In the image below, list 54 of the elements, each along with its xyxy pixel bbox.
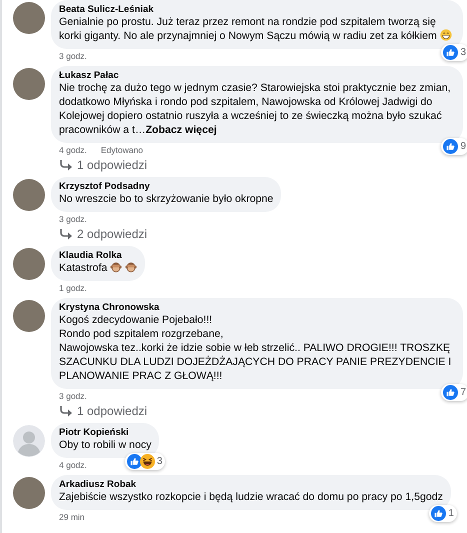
- comment-text: Katastrofa: [59, 261, 138, 275]
- comment-text: Nie trochę za dużo tego w jednym czasie? Starowiejska stoi praktycznie bez zmian, dodatkowo Młyńska i rondo pod szpitalem, Nawojowska od Królowej Jadwigi do Kolejowej dopiero ostatnio ruszyła a wcześniej to ze świeczką można było szukać pracowników a t…Zobacz więcej: [59, 81, 452, 137]
- comment-time[interactable]: 29 min: [59, 512, 85, 522]
- view-replies-link[interactable]: 2 odpowiedzi: [51, 224, 282, 241]
- see-more-link[interactable]: Zobacz więcej: [146, 124, 217, 136]
- reply-arrow-icon: [59, 159, 73, 171]
- comment-text: Zajebiście wszystko rozkopcie i będą ludzie wracać do domu po pracy po 1,5godz: [59, 490, 443, 504]
- thumbs-up-icon: [431, 506, 446, 521]
- monkey-face-icon: [125, 261, 138, 273]
- author-name[interactable]: Krystyna Chronowska: [59, 302, 455, 313]
- thumbs-up-icon: [443, 139, 458, 154]
- avatar-photo[interactable]: [13, 68, 45, 100]
- author-name[interactable]: Arkadiusz Robak: [59, 479, 443, 490]
- author-name[interactable]: Piotr Kopieński: [59, 427, 152, 438]
- reply-arrow-icon: [59, 405, 73, 417]
- reaction-badge[interactable]: 9: [441, 138, 467, 155]
- reaction-count: 1: [448, 508, 454, 519]
- thumbs-up-icon: [443, 45, 458, 60]
- comment-text: Oby to robili w nocy: [59, 438, 152, 452]
- avatar-photo[interactable]: [13, 477, 45, 509]
- author-name[interactable]: Łukasz Pałac: [59, 70, 455, 81]
- view-replies-link[interactable]: 1 odpowiedzi: [51, 155, 463, 172]
- reaction-count: 7: [460, 387, 466, 398]
- comment-time[interactable]: 1 godz.: [59, 283, 87, 293]
- avatar-photo[interactable]: [13, 2, 45, 34]
- author-name[interactable]: Krzysztof Podsadny: [59, 181, 274, 192]
- monkey-face-icon: [110, 261, 122, 273]
- avatar-photo[interactable]: [13, 300, 45, 332]
- comment-time[interactable]: 4 godz.: [59, 145, 87, 155]
- author-name[interactable]: Klaudia Rolka: [59, 250, 138, 261]
- reaction-count: 9: [460, 141, 466, 152]
- reaction-badge[interactable]: 7: [441, 384, 467, 401]
- author-name[interactable]: Beata Sulicz-Leśniak: [59, 4, 455, 15]
- avatar-photo[interactable]: [13, 179, 45, 211]
- reaction-count: 3: [460, 47, 466, 58]
- edited-label: Edytowano: [100, 145, 143, 155]
- reaction-badge[interactable]: 3: [441, 44, 467, 61]
- thumbs-up-icon: [443, 385, 458, 400]
- comment-time[interactable]: 3 godz.: [59, 51, 87, 61]
- thumbs-up-icon: [126, 454, 142, 469]
- grinning-face-icon: [440, 29, 452, 41]
- reaction-badge[interactable]: 1: [429, 505, 457, 522]
- comment-time[interactable]: 3 godz.: [59, 214, 87, 224]
- comment-text: Genialnie po prostu. Już teraz przez remont na rondzie pod szpitalem tworzą się korki giganty. No ale przynajmniej o Nowym Sączu mówią w radiu zet za kółkiem: [59, 15, 455, 43]
- avatar-photo[interactable]: [13, 248, 45, 280]
- comment-text: Kogoś zdecydowanie Pojebało!!! Rondo pod szpitalem rozgrzebane, Nawojowska tez..korki że idzie sobie w łeb strzelić.. PALIWO DROGIE!!! TROSZKĘ SZACUNKU DLA LUDZI DOJEŻDŻAJĄCYCH DO PRACY PANIE PREZYDENCIE I PLANOWANIE PRAC Z GŁOWĄ!!!: [59, 313, 452, 383]
- comment-time[interactable]: 4 godz.: [59, 460, 87, 470]
- reaction-badge[interactable]: 3: [124, 453, 166, 470]
- comment-time[interactable]: 3 godz.: [59, 391, 87, 401]
- reaction-count: 3: [156, 456, 162, 467]
- laughing-face-icon: [140, 454, 155, 469]
- view-replies-link[interactable]: 1 odpowiedzi: [51, 401, 463, 418]
- comment-text: No wreszcie bo to skrzyżowanie było okropne: [59, 192, 274, 206]
- reply-arrow-icon: [59, 228, 73, 240]
